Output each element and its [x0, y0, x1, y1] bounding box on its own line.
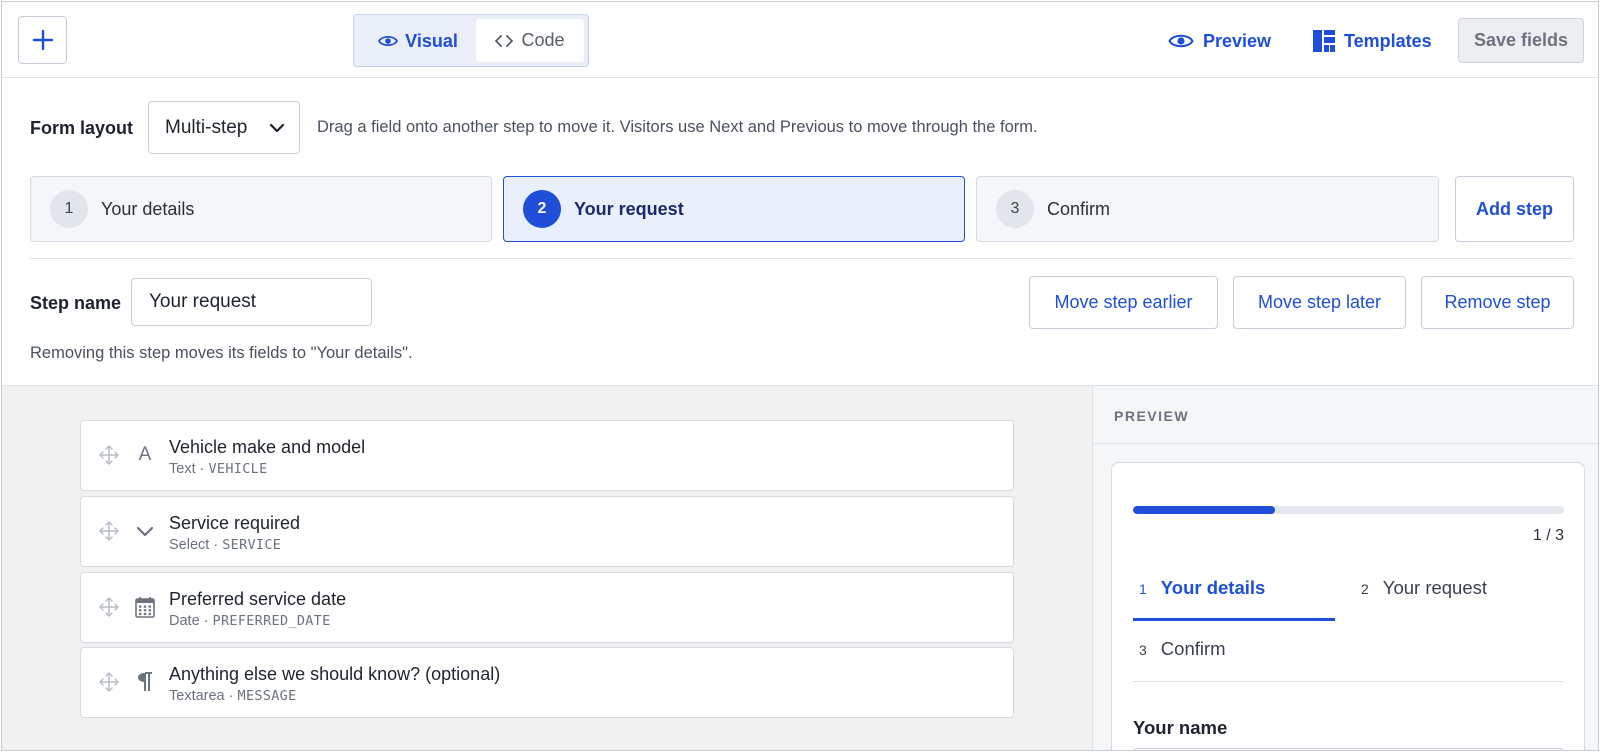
- field-meta: Date · PREFERRED_DATE: [169, 613, 331, 629]
- field-canvas: A Vehicle make and model Text · VEHICLE …: [2, 385, 1092, 750]
- preview-tab-label: Your details: [1160, 577, 1266, 598]
- preview-field-label: Your name: [1133, 717, 1228, 738]
- drag-handle-icon[interactable]: [99, 521, 119, 541]
- field-card-preferred-date[interactable]: Preferred service date Date · PREFERRED_…: [80, 572, 1014, 643]
- remove-step-note: Removing this step moves its fields to "…: [30, 344, 413, 362]
- step-number: 3: [996, 190, 1034, 228]
- step-name: Your request: [574, 198, 684, 219]
- preview-header: PREVIEW: [1093, 386, 1598, 444]
- form-layout-select[interactable]: Multi-step: [148, 101, 300, 154]
- field-type: Select: [169, 537, 210, 553]
- preview-tab-number: 1: [1139, 581, 1147, 597]
- field-title: Vehicle make and model: [169, 437, 366, 457]
- preview-tab-number: 3: [1139, 642, 1147, 658]
- form-layout-hint: Drag a field onto another step to move i…: [317, 118, 1038, 136]
- preview-button[interactable]: Preview: [1168, 26, 1271, 56]
- view-mode-toggle: Visual Code: [353, 14, 589, 67]
- eye-icon: [1168, 34, 1194, 48]
- calendar-icon: [133, 595, 157, 619]
- progress-counter: 1 / 3: [1532, 527, 1564, 544]
- step-number: 2: [523, 190, 561, 228]
- move-step-earlier-button[interactable]: Move step earlier: [1029, 276, 1218, 329]
- code-view-button[interactable]: Code: [476, 19, 584, 62]
- step-name-input[interactable]: [131, 278, 372, 326]
- drag-handle-icon[interactable]: [99, 672, 119, 692]
- add-step-button[interactable]: Add step: [1455, 176, 1574, 242]
- remove-step-button[interactable]: Remove step: [1421, 276, 1574, 329]
- divider: [1133, 681, 1564, 682]
- chevron-down-icon: [133, 519, 157, 543]
- move-step-later-button[interactable]: Move step later: [1233, 276, 1406, 329]
- plus-icon: [32, 29, 53, 51]
- step-name-label: Step name: [30, 293, 122, 313]
- field-key: MESSAGE: [237, 688, 297, 704]
- field-separator: ·: [213, 537, 219, 553]
- text-icon: A: [138, 444, 152, 465]
- form-layout-value: Multi-step: [165, 116, 248, 138]
- step-number: 1: [50, 190, 88, 228]
- templates-label: Templates: [1344, 30, 1432, 51]
- field-key: SERVICE: [222, 537, 282, 553]
- preview-panel: PREVIEW 1 / 3 1 Your details 2 Your requ…: [1092, 385, 1598, 750]
- divider: [30, 258, 1574, 259]
- progress-bar: [1133, 506, 1564, 514]
- drag-handle-icon[interactable]: [99, 445, 119, 465]
- field-card-vehicle[interactable]: A Vehicle make and model Text · VEHICLE: [80, 420, 1014, 491]
- preview-name-input[interactable]: [1133, 748, 1564, 750]
- form-layout-label: Form layout: [30, 118, 134, 138]
- field-separator: ·: [228, 688, 234, 704]
- paragraph-icon: [133, 670, 157, 694]
- code-view-label: Code: [521, 30, 565, 50]
- field-key: VEHICLE: [208, 461, 268, 477]
- visual-view-button[interactable]: Visual: [360, 20, 476, 62]
- field-key: PREFERRED_DATE: [212, 613, 331, 629]
- preview-tab-confirm[interactable]: 3 Confirm: [1139, 638, 1226, 660]
- form-builder-window: Visual Code Preview Templates Save field…: [1, 1, 1599, 751]
- preview-tab-label: Confirm: [1160, 638, 1226, 659]
- field-type: Text: [169, 461, 196, 477]
- field-separator: ·: [199, 461, 205, 477]
- progress-bar-fill: [1133, 506, 1276, 514]
- chevron-down-icon: [269, 123, 285, 133]
- preview-form-card: 1 / 3 1 Your details 2 Your request 3 Co…: [1111, 462, 1585, 750]
- field-card-message[interactable]: Anything else we should know? (optional)…: [80, 647, 1014, 718]
- add-field-button[interactable]: [18, 16, 67, 64]
- field-meta: Text · VEHICLE: [169, 461, 268, 477]
- preview-heading: PREVIEW: [1114, 408, 1190, 424]
- preview-label: Preview: [1203, 30, 1272, 51]
- field-title: Preferred service date: [169, 589, 347, 609]
- step-name: Confirm: [1047, 198, 1111, 219]
- field-title: Service required: [169, 513, 301, 533]
- preview-tab-label: Your request: [1382, 577, 1488, 598]
- step-tab-2[interactable]: 2 Your request: [503, 176, 965, 242]
- save-fields-button[interactable]: Save fields: [1458, 18, 1584, 63]
- preview-tab-your-request[interactable]: 2 Your request: [1361, 577, 1487, 599]
- drag-handle-icon[interactable]: [99, 597, 119, 617]
- eye-icon: [378, 35, 399, 47]
- visual-view-label: Visual: [405, 30, 458, 51]
- field-type: Date: [169, 613, 200, 629]
- top-toolbar: Visual Code Preview Templates Save field…: [2, 2, 1598, 78]
- field-type: Textarea: [169, 688, 225, 704]
- field-title: Anything else we should know? (optional): [169, 664, 501, 684]
- active-tab-underline: [1133, 618, 1335, 621]
- field-separator: ·: [203, 613, 209, 629]
- templates-icon: [1313, 30, 1335, 52]
- preview-tab-your-details[interactable]: 1 Your details: [1139, 577, 1265, 599]
- code-icon: [495, 34, 514, 47]
- field-meta: Select · SERVICE: [169, 537, 281, 553]
- step-tab-3[interactable]: 3 Confirm: [976, 176, 1439, 242]
- step-name: Your details: [101, 198, 195, 219]
- field-card-service[interactable]: Service required Select · SERVICE: [80, 496, 1014, 567]
- templates-button[interactable]: Templates: [1313, 26, 1432, 56]
- field-meta: Textarea · MESSAGE: [169, 688, 297, 704]
- step-tab-1[interactable]: 1 Your details: [30, 176, 492, 242]
- preview-tab-number: 2: [1361, 581, 1369, 597]
